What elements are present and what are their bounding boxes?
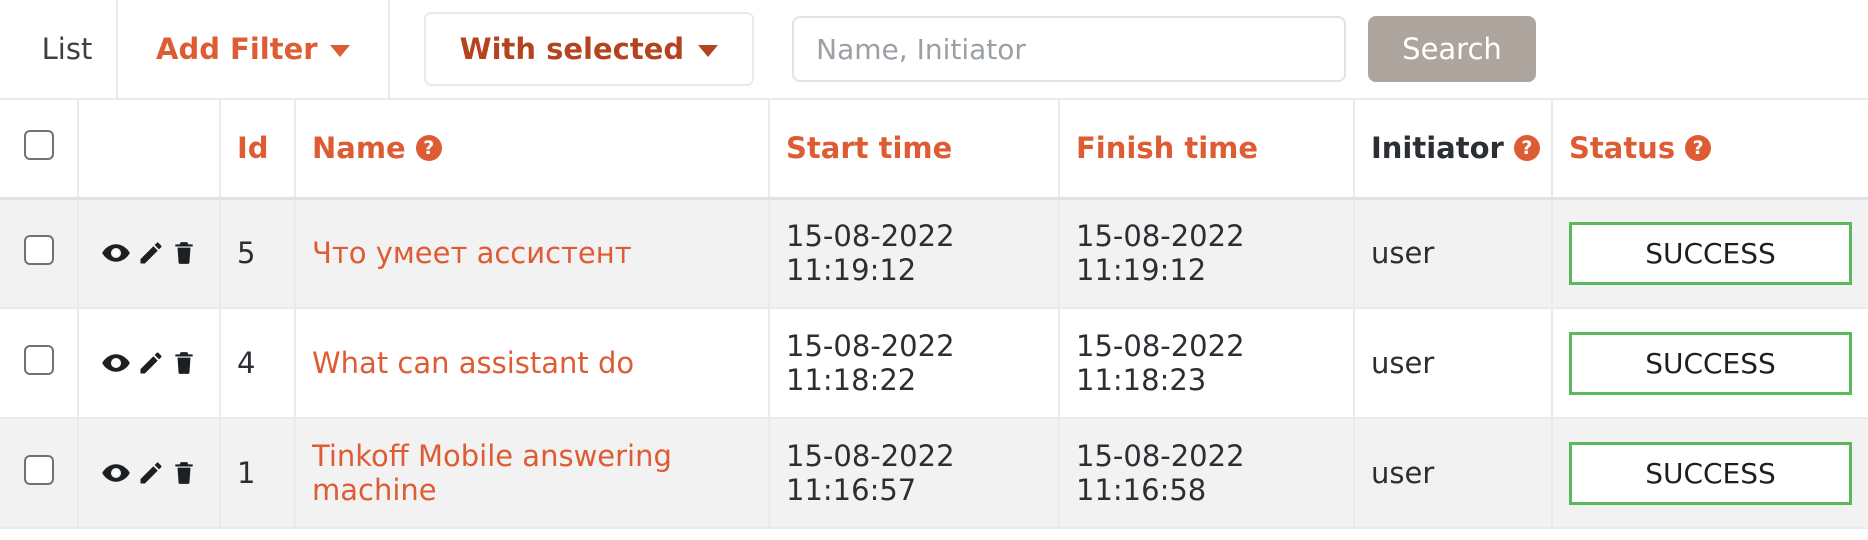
row-name-link[interactable]: Что умеет ассистент xyxy=(312,236,632,270)
header-actions xyxy=(78,100,221,200)
chevron-down-icon xyxy=(698,45,719,57)
table-header: Id Name ? Start time Finish time Initiat… xyxy=(0,100,1868,200)
tab-list-label: List xyxy=(41,32,93,66)
header-finish-time-label: Finish time xyxy=(1076,131,1259,166)
header-row: Id Name ? Start time Finish time Initiat… xyxy=(0,100,1868,200)
row-checkbox[interactable] xyxy=(23,344,54,375)
table-row: 1 Tinkoff Mobile answering machine 15-08… xyxy=(0,418,1868,529)
status-badge: SUCCESS xyxy=(1569,441,1852,505)
row-initiator: user xyxy=(1354,198,1553,309)
delete-icon[interactable] xyxy=(171,349,197,377)
row-select-cell xyxy=(0,418,79,529)
row-actions-cell xyxy=(78,198,221,309)
edit-icon[interactable] xyxy=(137,239,165,267)
row-id: 4 xyxy=(220,308,296,419)
row-name-link[interactable]: Tinkoff Mobile answering machine xyxy=(312,439,672,507)
header-id-label: Id xyxy=(237,131,269,166)
status-badge: SUCCESS xyxy=(1569,221,1852,285)
edit-icon[interactable] xyxy=(137,459,165,487)
row-status-cell: SUCCESS xyxy=(1552,418,1868,529)
search-input[interactable] xyxy=(792,16,1347,82)
row-name-cell: What can assistant do xyxy=(295,308,770,419)
header-initiator-label: Initiator xyxy=(1371,131,1504,166)
header-finish-time[interactable]: Finish time xyxy=(1059,100,1355,200)
header-status-label: Status xyxy=(1569,131,1676,166)
chevron-down-icon xyxy=(329,45,350,57)
row-finish-time: 15-08-2022 11:18:23 xyxy=(1059,308,1355,419)
row-start-time: 15-08-2022 11:16:57 xyxy=(769,418,1060,529)
view-icon[interactable] xyxy=(101,238,131,268)
help-icon[interactable]: ? xyxy=(1685,135,1712,162)
table-row: 5 Что умеет ассистент 15-08-2022 11:19:1… xyxy=(0,198,1868,309)
help-icon[interactable]: ? xyxy=(1513,135,1540,162)
row-actions-cell xyxy=(78,418,221,529)
row-checkbox[interactable] xyxy=(23,454,54,485)
add-filter-dropdown[interactable]: Add Filter xyxy=(118,0,390,99)
add-filter-label: Add Filter xyxy=(156,32,318,66)
tab-list[interactable]: List xyxy=(18,0,118,99)
with-selected-label: With selected xyxy=(459,32,685,66)
row-select-cell xyxy=(0,308,79,419)
view-icon[interactable] xyxy=(101,348,131,378)
runs-table: Id Name ? Start time Finish time Initiat… xyxy=(0,100,1868,529)
table-body: 5 Что умеет ассистент 15-08-2022 11:19:1… xyxy=(0,198,1868,529)
status-badge: SUCCESS xyxy=(1569,331,1852,395)
header-start-time-label: Start time xyxy=(786,131,953,166)
row-id: 1 xyxy=(220,418,296,529)
row-select-cell xyxy=(0,198,79,309)
header-name-label: Name xyxy=(312,131,406,166)
header-status[interactable]: Status ? xyxy=(1552,100,1868,200)
help-icon[interactable]: ? xyxy=(415,135,442,162)
row-initiator: user xyxy=(1354,418,1553,529)
header-initiator[interactable]: Initiator ? xyxy=(1354,100,1553,200)
row-finish-time: 15-08-2022 11:19:12 xyxy=(1059,198,1355,309)
edit-icon[interactable] xyxy=(137,349,165,377)
row-start-time: 15-08-2022 11:18:22 xyxy=(769,308,1060,419)
header-select-all xyxy=(0,100,79,200)
row-status-cell: SUCCESS xyxy=(1552,198,1868,309)
toolbar: List Add Filter With selected Search xyxy=(0,0,1868,100)
row-initiator: user xyxy=(1354,308,1553,419)
header-start-time[interactable]: Start time xyxy=(769,100,1060,200)
delete-icon[interactable] xyxy=(171,239,197,267)
row-name-link[interactable]: What can assistant do xyxy=(312,346,634,380)
header-id[interactable]: Id xyxy=(220,100,296,200)
search-group: Search xyxy=(792,16,1536,82)
row-checkbox[interactable] xyxy=(23,234,54,265)
row-actions-cell xyxy=(78,308,221,419)
delete-icon[interactable] xyxy=(171,459,197,487)
row-status-cell: SUCCESS xyxy=(1552,308,1868,419)
header-name[interactable]: Name ? xyxy=(295,100,770,200)
row-name-cell: Что умеет ассистент xyxy=(295,198,770,309)
row-finish-time: 15-08-2022 11:16:58 xyxy=(1059,418,1355,529)
with-selected-dropdown[interactable]: With selected xyxy=(423,12,755,86)
select-all-checkbox[interactable] xyxy=(23,129,54,160)
search-button[interactable]: Search xyxy=(1368,16,1536,82)
table-row: 4 What can assistant do 15-08-2022 11:18… xyxy=(0,308,1868,419)
table-container: Id Name ? Start time Finish time Initiat… xyxy=(0,100,1868,540)
row-name-cell: Tinkoff Mobile answering machine xyxy=(295,418,770,529)
page-root: List Add Filter With selected Search xyxy=(0,0,1868,540)
view-icon[interactable] xyxy=(101,458,131,488)
row-id: 5 xyxy=(220,198,296,309)
row-start-time: 15-08-2022 11:19:12 xyxy=(769,198,1060,309)
